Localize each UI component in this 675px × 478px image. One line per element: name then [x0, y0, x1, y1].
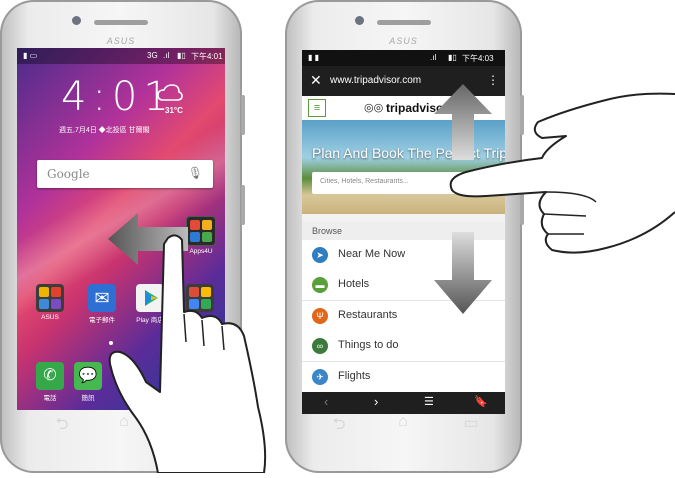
- browse-item[interactable]: ∞ Things to do: [302, 331, 505, 363]
- app-label: ASUS: [41, 314, 59, 321]
- recent-apps-key-icon[interactable]: ▭: [456, 413, 486, 433]
- back-key-icon[interactable]: ⮌: [47, 413, 77, 440]
- notification-icons: ▮ ▭: [23, 51, 38, 60]
- network-indicator: 3G: [147, 51, 158, 60]
- battery-icon: ▮▯: [177, 51, 186, 60]
- home-key-icon[interactable]: ⌂: [388, 413, 418, 431]
- hamburger-menu-icon[interactable]: ≡: [308, 99, 326, 117]
- earpiece-speaker: [94, 20, 148, 25]
- signal-icon: .ıl: [430, 53, 437, 62]
- power-key[interactable]: [241, 185, 245, 225]
- signal-icon: .ıl: [163, 51, 170, 60]
- browse-item[interactable]: ✈ Flights: [302, 361, 505, 393]
- status-time: 下午4:01: [191, 52, 223, 61]
- nav-keys: ⮌ ⌂ ▭: [302, 405, 505, 445]
- fork-knife-icon: Ψ: [312, 307, 328, 324]
- brand-logo: ASUS: [106, 36, 136, 46]
- brand-logo: ASUS: [389, 36, 418, 46]
- navigation-arrow-icon: ➤: [312, 247, 328, 263]
- hand-pointer-icon: [98, 232, 273, 478]
- weather-temperature: 31°C: [165, 106, 183, 115]
- volume-key[interactable]: [241, 95, 245, 135]
- earpiece-speaker: [376, 20, 431, 25]
- google-search-bar[interactable]: Google 🎙: [37, 160, 213, 188]
- app-folder-asus[interactable]: ASUS: [33, 284, 67, 321]
- back-key-icon[interactable]: ⮌: [324, 413, 354, 440]
- status-time: 下午4:03: [462, 54, 494, 63]
- tripadvisor-owl-icon: ◎◎: [364, 102, 384, 114]
- front-camera: [355, 16, 364, 25]
- notification-icons: ▮ ▮: [308, 53, 320, 62]
- microphone-icon[interactable]: 🎙: [188, 166, 203, 180]
- search-placeholder: Cities, Hotels, Restaurants...: [320, 178, 409, 185]
- front-camera: [72, 16, 81, 25]
- url-text[interactable]: www.tripadvisor.com: [330, 75, 421, 86]
- plane-icon: ✈: [312, 368, 328, 385]
- binoculars-icon: ∞: [312, 338, 328, 355]
- status-bar: ▮ ▮ .ıl ▮▯ 下午4:03: [302, 50, 505, 66]
- status-bar: ▮ ▭ 3G .ıl ▮▯ 下午4:01: [17, 48, 225, 64]
- browse-item-label: Hotels: [338, 278, 370, 291]
- phone-handset-icon: ✆: [36, 362, 64, 390]
- hand-pointer-icon: [446, 92, 675, 267]
- battery-icon: ▮▯: [448, 53, 457, 62]
- browse-item-label: Near Me Now: [338, 248, 406, 260]
- weather-cloud-icon: [157, 84, 183, 107]
- browse-item-label: Restaurants: [338, 308, 398, 321]
- browse-header-label: Browse: [312, 226, 343, 236]
- search-placeholder: Google: [47, 167, 90, 181]
- app-label: 電話: [43, 395, 57, 402]
- browse-item-label: Flights: [338, 369, 371, 382]
- clock-widget-date: 週五,7月4日 ◆北投區 甘爾閣: [59, 127, 150, 134]
- app-phone[interactable]: ✆ 電話: [33, 362, 67, 402]
- bed-icon: ▬: [312, 277, 328, 294]
- asus-folder-icon: [36, 284, 64, 312]
- browse-item-label: Things to do: [338, 339, 399, 352]
- close-tab-icon[interactable]: ✕: [310, 72, 322, 89]
